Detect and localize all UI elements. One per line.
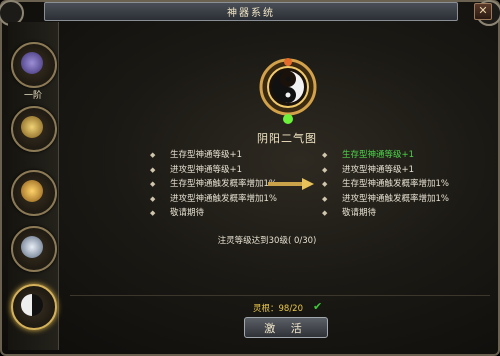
close-button[interactable]: ✕ bbox=[474, 3, 492, 20]
yin-yang-artifact-icon bbox=[21, 294, 43, 316]
list-item: ◆ 进攻型神通触发概率增加1% bbox=[322, 193, 449, 204]
upgrade-arrow-icon bbox=[268, 178, 314, 190]
current-attribute-list: ◆ 生存型神通等级+1 ◆ 进攻型神通等级+1 ◆ 生存型神通触发概率增加1% ◆ 进攻… bbox=[150, 148, 277, 221]
sidebar-item-tier5[interactable] bbox=[11, 284, 57, 330]
checkmark-icon: ✔ bbox=[313, 300, 323, 313]
list-item: ◆ 进攻型神通等级+1 bbox=[322, 164, 415, 175]
next-attribute-list: ◆ 生存型神通等级+1 ◆ 进攻型神通等级+1 ◆ 生存型神通触发概率增加1% ◆ 进攻… bbox=[322, 148, 449, 221]
yin-yang-relic-icon bbox=[259, 58, 317, 124]
list-item: ◆ 生存型神通等级+1 bbox=[150, 150, 243, 160]
activation-condition: 注灵等级达到30级( 0/30) bbox=[217, 236, 317, 246]
list-item: ◆ 生存型神通触发概率增加1% bbox=[150, 179, 277, 190]
sidebar-item-tier2[interactable] bbox=[11, 106, 57, 152]
sidebar-item-tier3[interactable] bbox=[11, 170, 57, 216]
divider bbox=[70, 295, 490, 296]
sidebar-item-tier4[interactable] bbox=[11, 226, 57, 272]
gear-artifact-icon bbox=[21, 180, 43, 202]
list-item: ◆ 进攻型神通触发概率增加1% bbox=[150, 193, 277, 204]
lotus-artifact-icon bbox=[21, 52, 43, 74]
window-title: 神器系统 bbox=[227, 8, 275, 19]
sidebar-item-label: 一阶 bbox=[23, 91, 42, 101]
crown-artifact-icon bbox=[21, 116, 43, 138]
sidebar-item-tier1[interactable] bbox=[11, 42, 57, 88]
spirit-root-status: 灵根：98/20 bbox=[253, 304, 303, 314]
list-item: ◆ 敬请期待 bbox=[150, 208, 205, 219]
list-item: ◆ 生存型神通触发概率增加1% bbox=[322, 179, 449, 190]
activate-button[interactable]: 激 活 bbox=[244, 317, 328, 338]
artifact-sidebar: 一阶 bbox=[8, 22, 59, 350]
list-item: ◆ 生存型神通等级+1 bbox=[322, 150, 415, 160]
list-item: ◆ 敬请期待 bbox=[322, 208, 377, 219]
relic-name: 阴阳二气图 bbox=[257, 132, 317, 145]
lotus-flower-artifact-icon bbox=[21, 236, 43, 258]
title-bar: 神器系统 bbox=[44, 2, 458, 21]
list-item: ◆ 进攻型神通等级+1 bbox=[150, 164, 243, 175]
